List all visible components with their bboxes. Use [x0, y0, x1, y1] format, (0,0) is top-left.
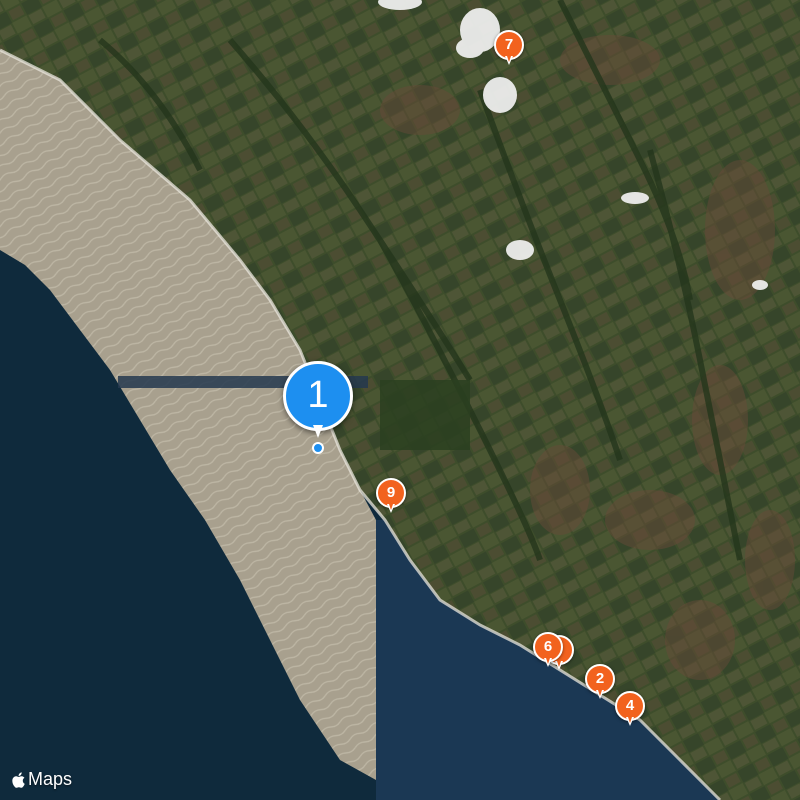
apple-logo-icon [12, 771, 25, 788]
marker-7[interactable]: 7 [494, 30, 524, 70]
marker-2[interactable]: 2 [585, 664, 615, 704]
marker-tail [598, 690, 602, 696]
marker-6[interactable]: 6 [533, 632, 563, 672]
map-base [0, 0, 800, 800]
forest-patch [380, 380, 470, 450]
location-dot [312, 442, 324, 454]
marker-tail [546, 658, 550, 664]
marker-tail [628, 717, 632, 723]
marker-tail [313, 425, 323, 438]
marker-4[interactable]: 4 [615, 691, 645, 731]
attribution-text: Maps [28, 769, 73, 789]
marker-1[interactable]: 1 [283, 361, 357, 454]
maps-attribution[interactable]: Maps [12, 769, 72, 790]
marker-tail [389, 504, 393, 510]
marker-9[interactable]: 9 [376, 478, 406, 518]
marker-tail [507, 56, 511, 62]
satellite-map[interactable]: 1 7 9 6 2 4 Maps [0, 0, 800, 800]
marker-label: 1 [283, 361, 353, 431]
